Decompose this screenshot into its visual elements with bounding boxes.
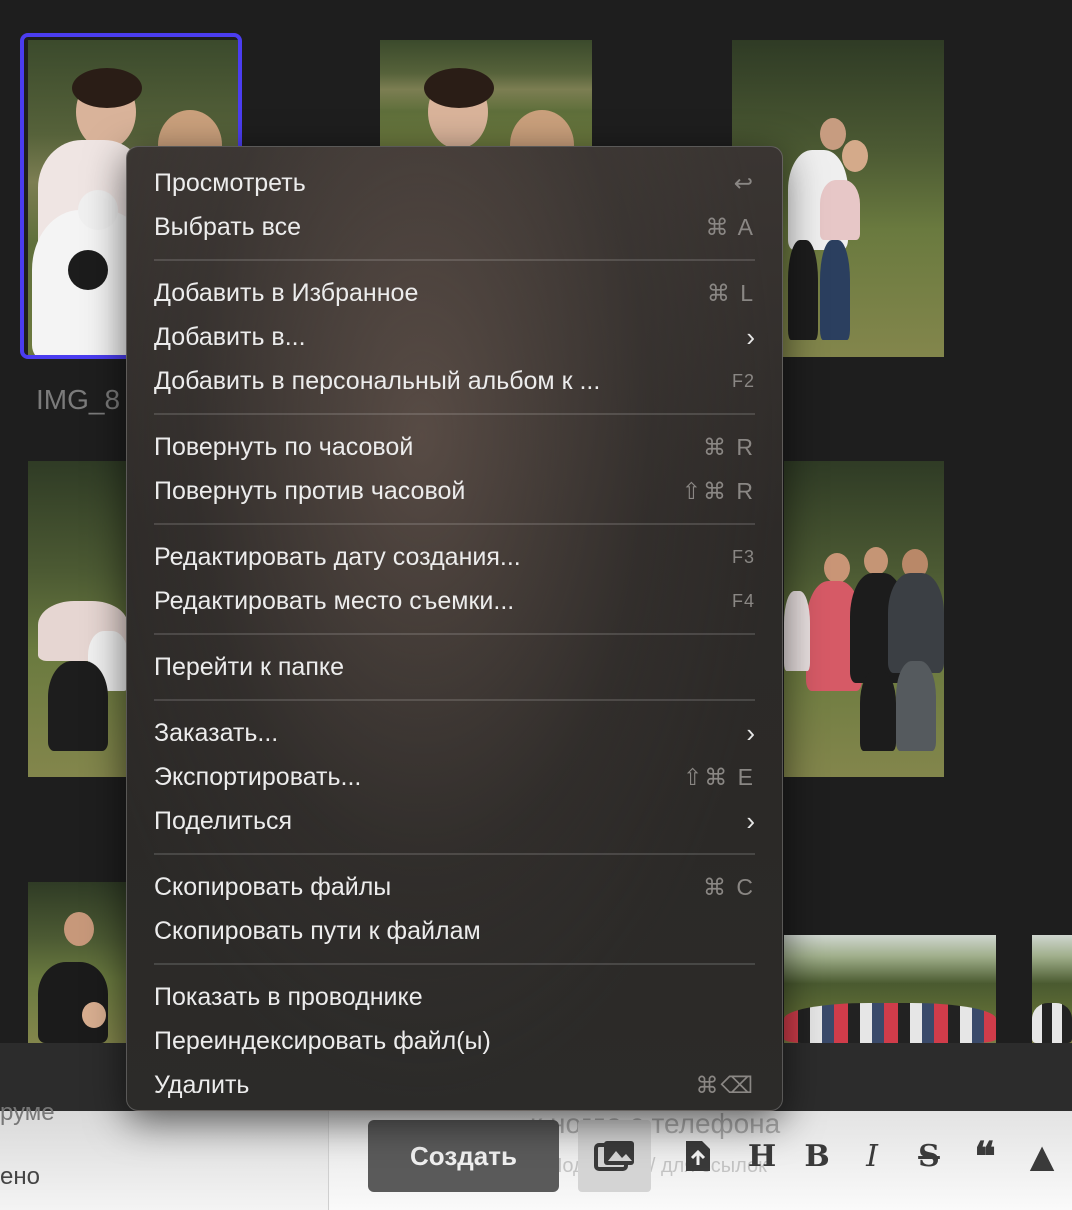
menu-item-edit-date[interactable]: Редактировать дату создания... F3 xyxy=(154,535,755,579)
photo-thumbnail[interactable] xyxy=(784,935,996,1043)
photo-thumbnail[interactable] xyxy=(784,461,944,777)
menu-item-add-favorites[interactable]: Добавить в Избранное ⌘ L xyxy=(154,271,755,315)
gallery-icon xyxy=(593,1141,634,1171)
file-name-label: IMG_8 xyxy=(36,384,121,415)
menu-item-rotate-ccw[interactable]: Повернуть против часовой ⇧⌘ R xyxy=(154,469,755,513)
warning-button[interactable]: ▲ xyxy=(1022,1136,1062,1176)
menu-item-share[interactable]: Поделиться › xyxy=(154,799,755,843)
left-panel-text-top: руме xyxy=(0,1099,55,1126)
chevron-right-icon: › xyxy=(746,322,755,352)
menu-item-add-personal-album[interactable]: Добавить в персональный альбом к ... F2 xyxy=(154,359,755,403)
shortcut-label: ⌘ L xyxy=(706,279,755,306)
shortcut-label: ⌘ A xyxy=(705,213,755,240)
quote-button[interactable]: ❝ xyxy=(965,1133,1005,1180)
menu-item-go-to-folder[interactable]: Перейти к папке xyxy=(154,645,755,689)
create-button[interactable]: Создать xyxy=(368,1120,559,1192)
menu-separator xyxy=(154,259,755,261)
menu-separator xyxy=(154,699,755,701)
context-menu: Просмотреть ↩ Выбрать все ⌘ A Добавить в… xyxy=(126,146,783,1111)
left-panel: руме ено xyxy=(0,1099,329,1210)
menu-separator xyxy=(154,853,755,855)
menu-item-copy-files[interactable]: Скопировать файлы ⌘ C xyxy=(154,865,755,909)
shortcut-label: F4 xyxy=(731,590,755,611)
shortcut-label: ⇧⌘ E xyxy=(682,763,755,790)
upload-file-icon[interactable] xyxy=(678,1136,718,1176)
bold-button[interactable]: B xyxy=(797,1136,837,1176)
menu-item-rotate-cw[interactable]: Повернуть по часовой ⌘ R xyxy=(154,425,755,469)
photo-thumbnail[interactable] xyxy=(28,882,128,1043)
photo-thumbnail[interactable] xyxy=(1032,935,1072,1043)
menu-item-reindex[interactable]: Переиндексировать файл(ы) xyxy=(154,1019,755,1063)
photo-thumbnail[interactable] xyxy=(380,40,592,150)
menu-separator xyxy=(154,633,755,635)
menu-item-edit-location[interactable]: Редактировать место съемки... F4 xyxy=(154,579,755,623)
menu-item-order[interactable]: Заказать... › xyxy=(154,711,755,755)
photo-thumbnail[interactable] xyxy=(28,461,128,777)
gallery-tool-button[interactable] xyxy=(578,1120,651,1192)
return-key-icon: ↩ xyxy=(733,169,755,196)
menu-item-copy-paths[interactable]: Скопировать пути к файлам xyxy=(154,909,755,953)
chevron-right-icon: › xyxy=(746,718,755,748)
menu-item-show-in-explorer[interactable]: Показать в проводнике xyxy=(154,975,755,1019)
strikethrough-button[interactable]: S xyxy=(909,1136,949,1176)
menu-item-select-all[interactable]: Выбрать все ⌘ A xyxy=(154,205,755,249)
chevron-right-icon: › xyxy=(746,806,755,836)
shortcut-label: ⌘ C xyxy=(703,873,755,900)
menu-separator xyxy=(154,963,755,965)
shortcut-label: ⇧⌘ R xyxy=(681,477,755,504)
menu-separator xyxy=(154,413,755,415)
menu-item-delete[interactable]: Удалить ⌘⌫ xyxy=(154,1063,755,1107)
menu-item-view[interactable]: Просмотреть ↩ xyxy=(154,161,755,205)
menu-item-export[interactable]: Экспортировать... ⇧⌘ E xyxy=(154,755,755,799)
menu-item-add-to[interactable]: Добавить в... › xyxy=(154,315,755,359)
shortcut-label: F2 xyxy=(731,370,755,391)
italic-button[interactable]: I xyxy=(852,1136,892,1176)
shortcut-label: ⌘⌫ xyxy=(695,1071,755,1098)
left-panel-text-bottom: ено xyxy=(0,1163,40,1190)
shortcut-label: F3 xyxy=(731,546,755,567)
menu-separator xyxy=(154,523,755,525)
heading-button[interactable]: H xyxy=(742,1136,782,1176)
shortcut-label: ⌘ R xyxy=(703,433,755,460)
